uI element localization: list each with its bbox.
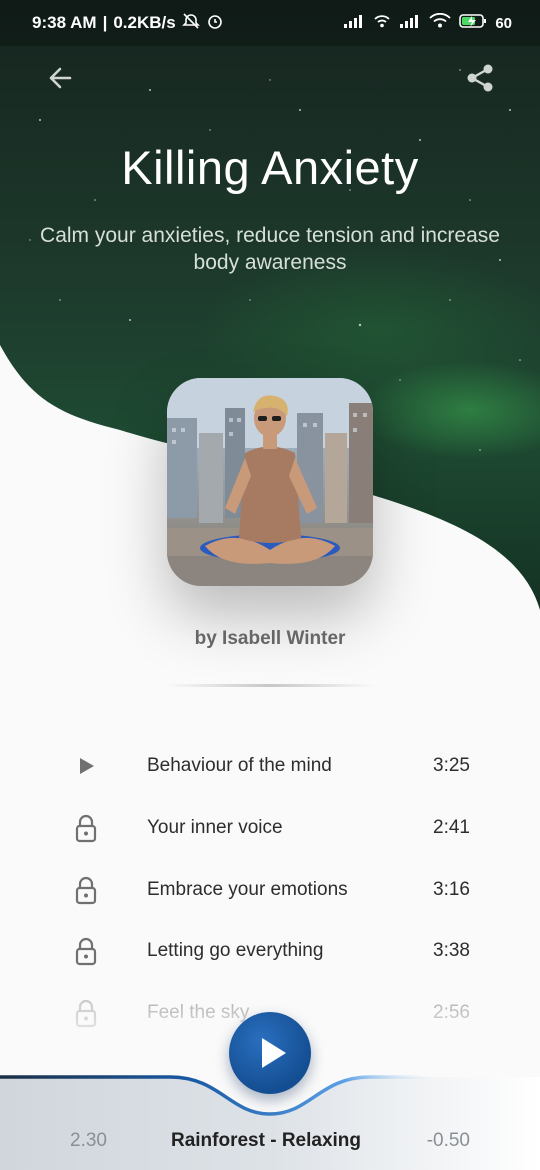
lock-icon xyxy=(70,997,102,1029)
lock-icon xyxy=(70,935,102,967)
page-title: Killing Anxiety xyxy=(121,141,419,194)
cover-image xyxy=(167,378,373,586)
track-duration: 3:16 xyxy=(433,879,470,900)
lock-icon xyxy=(70,874,102,906)
status-time: 9:38 AM xyxy=(32,13,97,32)
track-duration: 3:25 xyxy=(433,755,470,776)
signal-icon-2 xyxy=(399,13,421,33)
track-item[interactable]: Embrace your emotions 3:16 xyxy=(0,866,540,916)
share-icon xyxy=(467,64,493,92)
meditating-person-illustration xyxy=(167,378,373,586)
signal-icon xyxy=(343,13,365,33)
play-button[interactable] xyxy=(229,1012,311,1094)
divider xyxy=(165,684,375,687)
remaining-time: -0.50 xyxy=(426,1130,470,1151)
alarm-off-icon xyxy=(181,12,200,35)
track-item[interactable]: Behaviour of the mind 3:25 xyxy=(0,742,540,792)
author-name: by Isabell Winter xyxy=(194,628,346,649)
alarm-clock-icon xyxy=(206,12,224,35)
track-title: Letting go everything xyxy=(147,940,324,961)
share-button[interactable] xyxy=(462,60,498,96)
track-title: Embrace your emotions xyxy=(147,879,348,900)
play-icon xyxy=(262,1038,286,1068)
page-subtitle: Calm your anxieties, reduce tension and … xyxy=(40,224,500,274)
wifi-calling-icon xyxy=(373,13,391,33)
track-title: Behaviour of the mind xyxy=(147,755,332,776)
top-app-bar xyxy=(0,52,540,98)
status-bar: 9:38 AM | 0.2KB/s 60 xyxy=(0,0,540,46)
track-duration: 2:41 xyxy=(433,817,470,838)
network-speed: 0.2KB/s xyxy=(113,13,176,32)
track-title: Your inner voice xyxy=(147,817,283,838)
back-button[interactable] xyxy=(42,60,78,96)
track-item[interactable]: Your inner voice 2:41 xyxy=(0,804,540,854)
battery-level: 60 xyxy=(495,14,512,32)
battery-charging-icon xyxy=(459,13,487,33)
play-icon xyxy=(70,750,102,782)
lock-icon xyxy=(70,812,102,844)
wifi-icon xyxy=(429,12,451,33)
track-item[interactable]: Letting go everything 3:38 xyxy=(0,927,540,977)
arrow-left-icon xyxy=(49,67,72,89)
track-duration: 2:56 xyxy=(433,1002,470,1023)
track-duration: 3:38 xyxy=(433,940,470,961)
